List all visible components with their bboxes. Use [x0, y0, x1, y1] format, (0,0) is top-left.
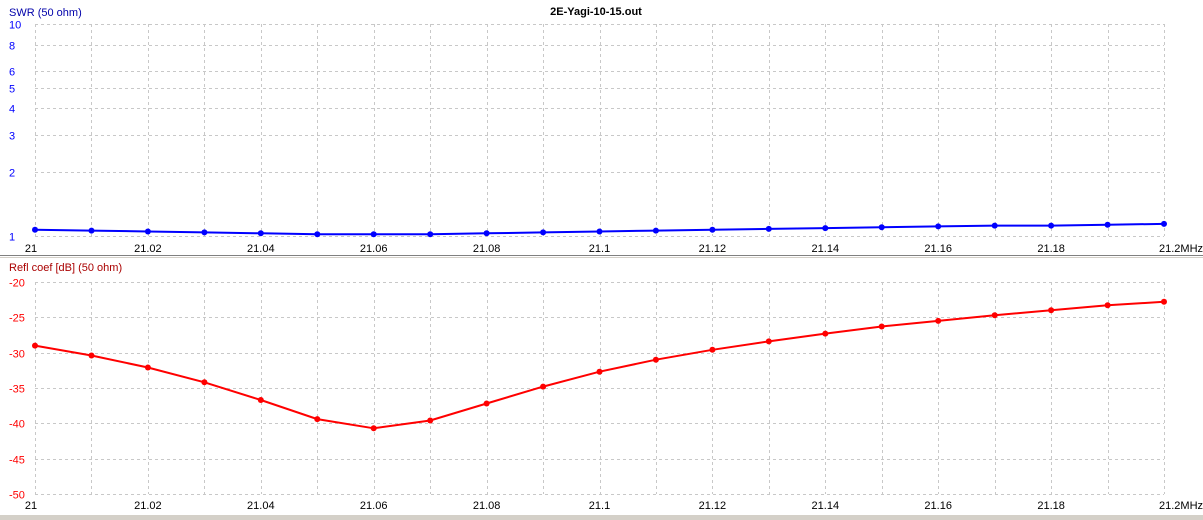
refl-y-tick-label: -25 — [9, 313, 25, 325]
swr-data-point — [1104, 221, 1111, 228]
swr-data-point — [935, 223, 942, 230]
refl-x-tick-label: 21.1 — [589, 500, 610, 512]
refl-data-point — [1048, 307, 1055, 314]
refl-panel: Refl coef [dB] (50 ohm) -20 -25 -30 -35 -40 -… — [0, 258, 1203, 515]
refl-data-point — [257, 397, 264, 403]
swr-data-point — [709, 226, 716, 233]
swr-data-point — [1161, 220, 1167, 227]
swr-data-point — [483, 230, 490, 237]
refl-data-point — [483, 400, 490, 407]
refl-data-point — [1104, 302, 1111, 309]
refl-data-point — [32, 342, 38, 349]
refl-data-point — [652, 356, 659, 363]
refl-y-tick-label: -50 — [9, 490, 25, 502]
refl-x-tick-label: 21.02 — [134, 500, 162, 512]
refl-data-point — [596, 368, 603, 375]
refl-data-point — [991, 312, 998, 319]
refl-panel-background — [0, 258, 1203, 515]
refl-data-point — [88, 352, 95, 359]
refl-y-tick-label: -45 — [9, 455, 25, 467]
refl-data-point — [1161, 298, 1167, 305]
swr-y-tick-label: 2 — [9, 168, 15, 180]
refl-y-tick-label: -20 — [9, 278, 25, 290]
refl-data-point — [822, 330, 829, 337]
refl-data-point — [314, 416, 321, 423]
refl-data-point — [765, 338, 772, 345]
swr-x-tick-label: 21.1 — [589, 243, 610, 255]
swr-data-point — [652, 227, 659, 234]
refl-data-point — [370, 425, 377, 432]
refl-data-point — [144, 364, 151, 371]
refl-x-tick-label: 21.2MHz — [1159, 500, 1203, 512]
swr-y-tick-label: 6 — [9, 67, 15, 79]
refl-y-tick-label: -40 — [9, 419, 25, 431]
swr-reflection-chart: SWR (50 ohm) 2E-Yagi-10-15.out 1 2 3 4 5 6 8 10… — [0, 0, 1203, 515]
swr-y-tick-label: 3 — [9, 131, 15, 143]
refl-data-point — [201, 379, 208, 386]
swr-x-tick-label: 21.08 — [473, 243, 501, 255]
swr-panel-background — [0, 0, 1203, 255]
refl-x-tick-label: 21.04 — [247, 500, 275, 512]
swr-panel: SWR (50 ohm) 2E-Yagi-10-15.out 1 2 3 4 5 6 8 10… — [0, 0, 1203, 255]
swr-axis-label: SWR (50 ohm) — [9, 7, 82, 19]
plot-window: SWR (50 ohm) 2E-Yagi-10-15.out 1 2 3 4 5 6 8 10… — [0, 0, 1203, 515]
swr-data-point — [257, 230, 264, 237]
swr-x-tick-label: 21 — [25, 243, 37, 255]
refl-data-point — [935, 317, 942, 324]
swr-x-tick-label: 21.06 — [360, 243, 388, 255]
refl-x-tick-label: 21.18 — [1037, 500, 1065, 512]
refl-x-tick-label: 21.14 — [812, 500, 840, 512]
swr-data-point — [88, 227, 95, 234]
swr-x-tick-label: 21.2MHz — [1159, 243, 1203, 255]
refl-x-tick-label: 21 — [25, 500, 37, 512]
swr-data-point — [596, 228, 603, 235]
swr-y-tick-label: 8 — [9, 41, 15, 53]
swr-x-tick-label: 21.12 — [699, 243, 727, 255]
refl-data-point — [878, 323, 885, 330]
refl-data-point — [709, 346, 716, 353]
swr-data-point — [822, 225, 829, 232]
refl-x-tick-label: 21.12 — [699, 500, 727, 512]
chart-title: 2E-Yagi-10-15.out — [550, 6, 642, 18]
swr-data-point — [991, 222, 998, 229]
swr-y-tick-label: 4 — [9, 104, 15, 116]
refl-x-tick-label: 21.06 — [360, 500, 388, 512]
swr-y-tick-label: 5 — [9, 84, 15, 96]
refl-y-tick-label: -35 — [9, 384, 25, 396]
swr-data-point — [765, 225, 772, 232]
swr-data-point — [314, 231, 321, 238]
swr-data-point — [144, 228, 151, 235]
swr-y-tick-label: 1 — [9, 232, 15, 244]
swr-x-tick-label: 21.04 — [247, 243, 275, 255]
swr-data-point — [1048, 222, 1055, 229]
swr-data-point — [540, 229, 547, 236]
refl-y-tick-label: -30 — [9, 349, 25, 361]
swr-x-tick-label: 21.18 — [1037, 243, 1065, 255]
swr-data-point — [370, 231, 377, 238]
swr-y-tick-label: 10 — [9, 20, 21, 32]
refl-axis-label: Refl coef [dB] (50 ohm) — [9, 262, 122, 274]
swr-x-tick-label: 21.02 — [134, 243, 162, 255]
refl-data-point — [427, 417, 434, 424]
swr-x-tick-label: 21.16 — [924, 243, 952, 255]
swr-data-point — [201, 229, 208, 236]
refl-x-tick-label: 21.08 — [473, 500, 501, 512]
swr-data-point — [427, 231, 434, 238]
refl-data-point — [540, 383, 547, 390]
swr-x-tick-label: 21.14 — [812, 243, 840, 255]
swr-data-point — [878, 224, 885, 231]
refl-x-tick-label: 21.16 — [924, 500, 952, 512]
swr-data-point — [32, 226, 38, 233]
